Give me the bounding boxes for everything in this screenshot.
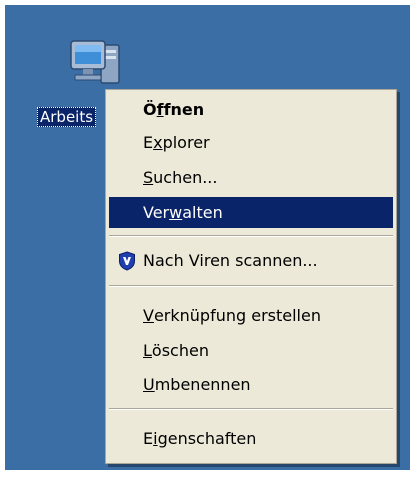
open-label-pre: Ö [143,100,157,119]
menu-item-explorer[interactable]: Ex plorer [109,127,393,158]
delete-label-post: öschen [151,341,209,360]
menu-item-search[interactable]: Suchen... [109,162,393,193]
explorer-label-accelerator: x [153,133,163,152]
properties-label-pre: E [143,429,154,448]
explorer-label-post: plorer [162,133,210,152]
create-shortcut-label-post: erknüpfung erstellen [153,306,321,325]
desktop[interactable]: Arbeits Öf fnen Ex plorer Suchen... Ver w al… [5,5,410,470]
menu-item-delete[interactable]: Löschen [109,335,393,366]
menu-item-create-shortcut[interactable]: Verknüpfung erstellen [109,300,393,331]
computer-icon [70,40,120,84]
manage-label-post: alten [182,203,223,222]
virus-scan-label: Nach Viren scannen... [143,251,318,270]
delete-label-accelerator: L [143,341,152,360]
desktop-icon-label: Arbeits [37,107,97,127]
menu-item-open[interactable]: Öf fnen [109,94,393,125]
menu-separator [109,408,393,410]
shield-icon [119,251,135,271]
manage-label-accelerator: w [169,203,183,222]
menu-item-virus-scan[interactable]: Nach Viren scannen... [109,245,393,276]
create-shortcut-label-accelerator: V [143,306,154,325]
menu-item-properties[interactable]: Ei genschaften [109,423,393,454]
properties-label-post: genschaften [157,429,257,448]
menu-item-rename[interactable]: Umbenennen [109,369,393,400]
manage-label-pre: Ver [143,203,170,222]
search-label-post: uchen... [153,168,218,187]
open-label-post: fnen [163,100,205,119]
menu-separator [109,285,393,287]
explorer-label-pre: E [143,133,154,152]
rename-label-post: mbenennen [154,375,251,394]
rename-label-accelerator: U [143,375,155,394]
context-menu: Öf fnen Ex plorer Suchen... Ver w alten Nach… [105,89,397,464]
menu-item-manage[interactable]: Ver w alten [109,197,393,228]
my-computer-desktop-icon[interactable]: Arbeits [37,30,120,128]
search-label-accelerator: S [143,168,154,187]
open-label-accelerator: f [156,100,164,119]
menu-separator [109,235,393,237]
